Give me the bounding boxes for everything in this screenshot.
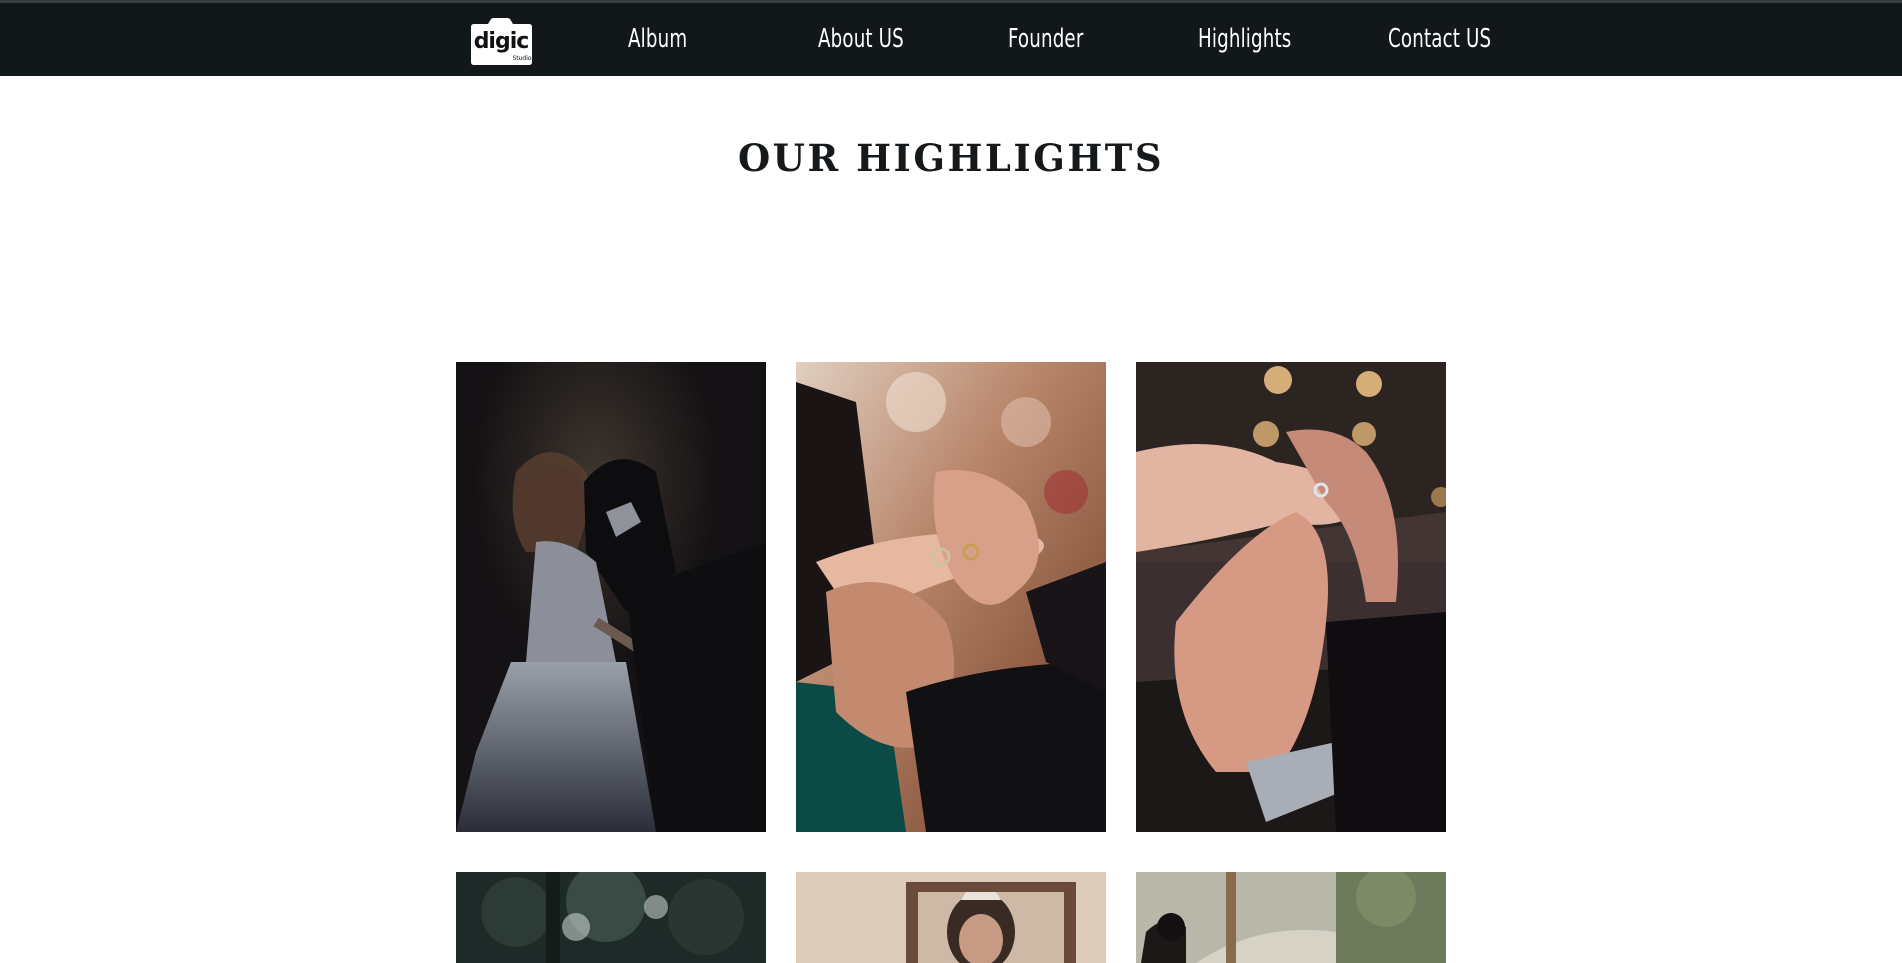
outdoor-path-photo[interactable] — [1136, 872, 1446, 963]
bride-mirror-image — [796, 872, 1106, 963]
couple-foreheads-photo[interactable] — [456, 362, 766, 832]
hands-ring-photo[interactable] — [1136, 362, 1446, 832]
section-title: OUR HIGHLIGHTS — [737, 136, 1165, 180]
nav-founder[interactable]: Founder — [1008, 21, 1083, 57]
top-navbar: digic Studio Album About US Founder High… — [0, 3, 1902, 76]
hands-ring-image — [1136, 362, 1446, 832]
svg-text:Studio: Studio — [512, 55, 531, 62]
nav-about-us[interactable]: About US — [818, 21, 904, 57]
trees-photo[interactable] — [456, 872, 766, 963]
nav-contact-us[interactable]: Contact US — [1388, 21, 1491, 57]
ring-exchange-image — [796, 362, 1106, 832]
trees-image — [456, 872, 766, 963]
digic-studio-logo[interactable]: digic Studio — [467, 18, 536, 66]
nav-album[interactable]: Album — [628, 21, 687, 57]
bride-mirror-photo[interactable] — [796, 872, 1106, 963]
svg-text:digic: digic — [474, 29, 529, 54]
logo-icon: digic Studio — [471, 18, 532, 65]
couple-photo-image — [456, 362, 766, 832]
ring-exchange-photo[interactable] — [796, 362, 1106, 832]
nav-highlights[interactable]: Highlights — [1198, 21, 1291, 57]
outdoor-path-image — [1136, 872, 1446, 963]
